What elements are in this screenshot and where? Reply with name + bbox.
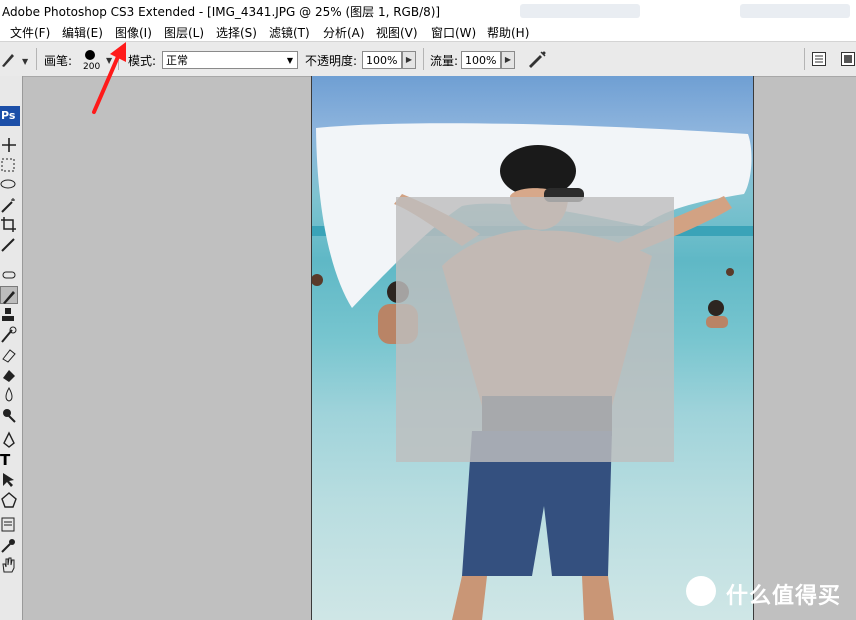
- menu-filter[interactable]: 滤镜(T): [269, 24, 310, 41]
- mode-select-value: 正常: [166, 54, 188, 67]
- flow-input[interactable]: 100%: [461, 51, 501, 69]
- opacity-input[interactable]: 100%: [362, 51, 402, 69]
- crop-tool-icon[interactable]: [0, 216, 18, 234]
- pen-tool-icon[interactable]: [0, 431, 18, 449]
- gradient-tool-icon[interactable]: [0, 366, 18, 384]
- marquee-tool-icon[interactable]: [0, 156, 18, 174]
- opacity-label: 不透明度:: [305, 54, 358, 68]
- toolbox: Ps T: [0, 76, 23, 620]
- menu-analysis[interactable]: 分析(A): [323, 24, 365, 41]
- menu-edit[interactable]: 编辑(E): [62, 24, 103, 41]
- lasso-tool-icon[interactable]: [0, 176, 18, 194]
- menu-bar: 文件(F) 编辑(E) 图像(I) 图层(L) 选择(S) 滤镜(T) 分析(A…: [0, 22, 856, 42]
- mode-dropdown-icon: ▼: [286, 56, 293, 65]
- tool-preset-dropdown-icon[interactable]: ▼: [22, 57, 28, 66]
- watermark-text: 什么值得买: [726, 584, 842, 609]
- separator: [423, 48, 424, 70]
- notes-tool-icon[interactable]: [0, 516, 18, 534]
- menu-image[interactable]: 图像(I): [115, 24, 152, 41]
- title-bar-blurred-region: [520, 4, 640, 18]
- magic-wand-tool-icon[interactable]: [0, 196, 18, 214]
- brush-tool-preset-icon[interactable]: [0, 50, 18, 68]
- menu-window[interactable]: 窗口(W): [431, 24, 476, 41]
- watermark: 什么值得买: [686, 574, 846, 610]
- healing-brush-tool-icon[interactable]: [0, 266, 18, 284]
- menu-view[interactable]: 视图(V): [376, 24, 418, 41]
- flow-slider-arrow-icon[interactable]: ▶: [501, 51, 515, 69]
- separator: [36, 48, 37, 70]
- canvas-right-border: [753, 76, 754, 620]
- flow-label: 流量:: [430, 54, 459, 68]
- hand-tool-icon[interactable]: [0, 556, 18, 574]
- blur-tool-icon[interactable]: [0, 386, 18, 404]
- eraser-tool-icon[interactable]: [0, 346, 18, 364]
- brush-label: 画笔:: [44, 54, 73, 68]
- airbrush-icon[interactable]: [526, 49, 548, 69]
- path-selection-tool-icon[interactable]: [0, 471, 18, 489]
- semi-transparent-layer-overlay: [396, 197, 674, 462]
- title-bar: Adobe Photoshop CS3 Extended - [IMG_4341…: [0, 0, 856, 22]
- palette-well-icon[interactable]: [811, 51, 827, 67]
- type-tool-icon[interactable]: T: [0, 451, 18, 469]
- separator: [804, 48, 805, 70]
- stamp-tool-icon[interactable]: [0, 306, 18, 324]
- brush-tool-icon[interactable]: [0, 286, 18, 304]
- mode-select[interactable]: 正常 ▼: [162, 51, 298, 69]
- dodge-tool-icon[interactable]: [0, 406, 18, 424]
- menu-layer[interactable]: 图层(L): [164, 24, 204, 41]
- shape-tool-icon[interactable]: [0, 491, 18, 509]
- menu-select[interactable]: 选择(S): [216, 24, 257, 41]
- window-title: Adobe Photoshop CS3 Extended - [IMG_4341…: [2, 5, 441, 19]
- title-bar-blurred-region: [740, 4, 850, 18]
- eyedropper-tool-icon[interactable]: [0, 536, 18, 554]
- history-brush-tool-icon[interactable]: [0, 326, 18, 344]
- photoshop-logo: Ps: [0, 106, 20, 126]
- menu-help[interactable]: 帮助(H): [487, 24, 529, 41]
- palette-toggle-icon[interactable]: [840, 51, 856, 67]
- opacity-slider-arrow-icon[interactable]: ▶: [402, 51, 416, 69]
- red-annotation-arrow-icon: [92, 42, 126, 114]
- document-canvas[interactable]: [312, 76, 753, 620]
- move-tool-icon[interactable]: [0, 136, 18, 154]
- menu-file[interactable]: 文件(F): [10, 24, 50, 41]
- slice-tool-icon[interactable]: [0, 236, 18, 254]
- watermark-logo-icon: [686, 576, 716, 606]
